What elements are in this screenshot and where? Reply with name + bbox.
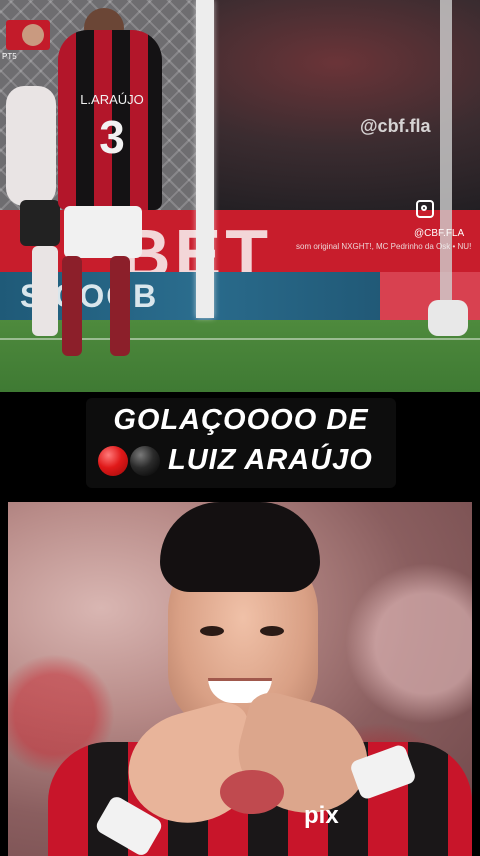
- player-left-eye: [200, 626, 224, 636]
- player-thumbnail-badge: [6, 20, 50, 50]
- instagram-handle: @CBF.FLA: [414, 228, 465, 239]
- player-right-eye: [260, 626, 284, 636]
- player-jersey-name: L.ARAÚJO: [80, 92, 144, 107]
- goal-post: [196, 0, 214, 318]
- player-left-leg: [62, 256, 82, 356]
- red-circle-icon: [98, 446, 128, 476]
- player-jersey-number: 3: [99, 111, 125, 163]
- watermark-handle: @cbf.fla: [360, 116, 431, 136]
- caption-line-2: LUIZ ARAÚJO: [168, 444, 373, 476]
- player-right-leg: [110, 256, 130, 356]
- player-shorts: [64, 206, 142, 258]
- opponent-player-legs: [32, 246, 58, 336]
- caption-line-1: GOLAÇOOOO DE: [113, 404, 369, 436]
- player-hair: [160, 502, 320, 592]
- black-circle-icon: [130, 446, 160, 476]
- jersey-sponsor-text: pix: [304, 802, 339, 829]
- instagram-icon: [416, 200, 434, 218]
- goal-post-far: [440, 0, 452, 300]
- heart-gesture: [220, 770, 284, 814]
- score-label: PT5: [2, 52, 17, 61]
- player-thumbnail-icon: [22, 24, 44, 46]
- match-video-frame[interactable]: BET SICOOB L.ARAÚJO 3 PT5 @cbf.fla @CBF.…: [0, 0, 480, 392]
- player-far-right: [428, 300, 468, 336]
- music-credit: som original NXGHT!, MC Pedrinho da Osk …: [296, 242, 472, 251]
- opponent-player-shorts: [20, 200, 60, 246]
- opponent-player-torso: [6, 86, 56, 206]
- player-celebration-photo: pix: [8, 502, 472, 856]
